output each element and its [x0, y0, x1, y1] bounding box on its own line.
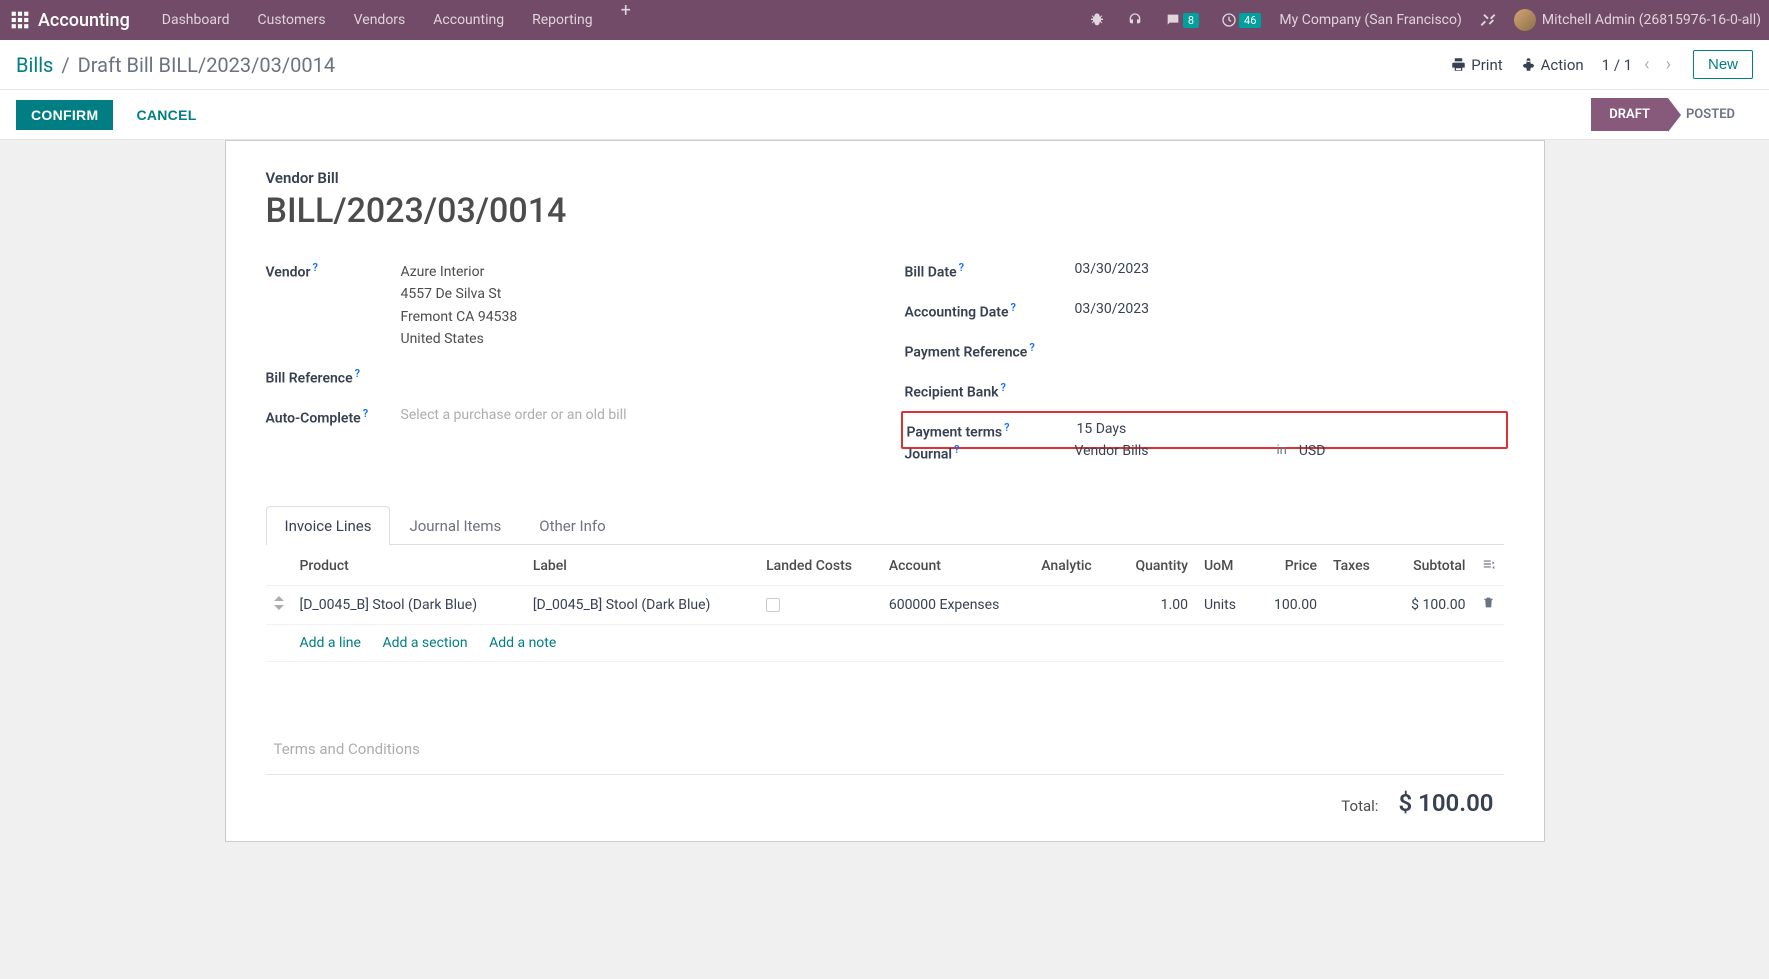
col-subtotal: Subtotal — [1389, 545, 1474, 586]
journal-in-label: in — [1277, 443, 1287, 458]
apps-icon[interactable] — [10, 10, 30, 30]
vendor-field[interactable]: Azure Interior 4557 De Silva St Fremont … — [401, 259, 865, 351]
help-icon[interactable]: ? — [954, 443, 959, 456]
breadcrumb-parent[interactable]: Bills — [16, 53, 53, 77]
status-draft[interactable]: DRAFT — [1591, 98, 1668, 131]
help-icon[interactable]: ? — [363, 407, 368, 420]
terms-field[interactable]: Terms and Conditions — [266, 722, 1504, 764]
messaging-icon[interactable]: 8 — [1161, 12, 1203, 28]
nav-dashboard[interactable]: Dashboard — [150, 0, 242, 40]
app-name[interactable]: Accounting — [38, 10, 130, 31]
bill-reference-label: Bill Reference — [266, 370, 353, 386]
total-label: Total: — [1341, 797, 1378, 815]
accounting-date-label: Accounting Date — [905, 305, 1009, 321]
activity-badge: 46 — [1239, 13, 1261, 28]
breadcrumb-sep: / — [61, 53, 69, 77]
cell-product[interactable]: [D_0045_B] Stool (Dark Blue) — [292, 585, 525, 624]
add-section-link[interactable]: Add a section — [382, 635, 467, 651]
confirm-button[interactable]: CONFIRM — [16, 100, 113, 130]
user-menu[interactable]: Mitchell Admin (26815976-16-0-all) — [1514, 9, 1761, 31]
cell-taxes[interactable] — [1325, 585, 1389, 624]
payment-terms-field[interactable]: 15 Days — [1077, 419, 1502, 437]
nav-accounting[interactable]: Accounting — [421, 0, 516, 40]
nav-new-menu[interactable]: + — [609, 0, 643, 40]
pager-count[interactable]: 1 / 1 — [1602, 56, 1633, 74]
doc-title: BILL/2023/03/0014 — [266, 191, 1504, 231]
messaging-badge: 8 — [1183, 13, 1199, 28]
col-landed-costs: Landed Costs — [758, 545, 881, 586]
cell-uom[interactable]: Units — [1196, 585, 1254, 624]
tools-icon[interactable] — [1476, 12, 1500, 28]
cell-landed-costs[interactable] — [758, 585, 881, 624]
breadcrumb-current: Draft Bill BILL/2023/03/0014 — [78, 53, 335, 77]
support-icon[interactable] — [1123, 12, 1147, 28]
col-account: Account — [881, 545, 1033, 586]
add-line-link[interactable]: Add a line — [300, 635, 361, 651]
total-value: $ 100.00 — [1398, 789, 1493, 817]
currency-field[interactable]: USD — [1299, 443, 1326, 459]
col-taxes: Taxes — [1325, 545, 1389, 586]
nav-reporting[interactable]: Reporting — [520, 0, 605, 40]
landed-cost-checkbox[interactable] — [766, 598, 780, 612]
company-selector[interactable]: My Company (San Francisco) — [1279, 12, 1461, 28]
vendor-label: Vendor — [266, 265, 311, 281]
cell-price[interactable]: 100.00 — [1254, 585, 1325, 624]
cell-quantity[interactable]: 1.00 — [1113, 585, 1196, 624]
avatar — [1514, 9, 1536, 31]
help-icon[interactable]: ? — [1004, 421, 1009, 434]
help-icon[interactable]: ? — [1001, 381, 1006, 394]
activity-icon[interactable]: 46 — [1217, 12, 1265, 28]
journal-label: Journal — [905, 446, 953, 462]
col-label: Label — [525, 545, 758, 586]
payment-reference-label: Payment Reference — [905, 345, 1028, 361]
payment-reference-field[interactable] — [1075, 339, 1504, 341]
drag-handle-icon[interactable] — [266, 585, 292, 624]
add-note-link[interactable]: Add a note — [489, 635, 556, 651]
col-product: Product — [292, 545, 525, 586]
help-icon[interactable]: ? — [1010, 301, 1015, 314]
nav-vendors[interactable]: Vendors — [342, 0, 418, 40]
help-icon[interactable]: ? — [959, 261, 964, 274]
bill-date-field[interactable]: 03/30/2023 — [1075, 259, 1504, 277]
autocomplete-field[interactable]: Select a purchase order or an old bill — [401, 405, 865, 423]
col-analytic: Analytic — [1033, 545, 1113, 586]
payment-terms-label: Payment terms — [907, 425, 1003, 441]
cell-analytic[interactable] — [1033, 585, 1113, 624]
col-price: Price — [1254, 545, 1325, 586]
print-button[interactable]: Print — [1451, 56, 1502, 74]
bug-icon[interactable] — [1085, 12, 1109, 28]
nav-customers[interactable]: Customers — [246, 0, 338, 40]
new-button[interactable]: New — [1693, 50, 1753, 79]
recipient-bank-field[interactable] — [1075, 379, 1504, 381]
cell-label[interactable]: [D_0045_B] Stool (Dark Blue) — [525, 585, 758, 624]
tab-invoice-lines[interactable]: Invoice Lines — [266, 506, 391, 545]
cancel-button[interactable]: CANCEL — [121, 100, 211, 130]
col-quantity: Quantity — [1113, 545, 1196, 586]
journal-field[interactable]: Vendor Bills — [1075, 443, 1265, 459]
table-row[interactable]: [D_0045_B] Stool (Dark Blue) [D_0045_B] … — [266, 585, 1504, 624]
delete-row-icon[interactable] — [1474, 585, 1504, 624]
accounting-date-field[interactable]: 03/30/2023 — [1075, 299, 1504, 317]
cell-subtotal: $ 100.00 — [1389, 585, 1474, 624]
recipient-bank-label: Recipient Bank — [905, 385, 999, 401]
cell-account[interactable]: 600000 Expenses — [881, 585, 1033, 624]
help-icon[interactable]: ? — [1029, 341, 1034, 354]
help-icon[interactable]: ? — [355, 367, 360, 380]
bill-reference-field[interactable] — [401, 365, 865, 367]
optional-columns-icon[interactable] — [1474, 545, 1504, 586]
col-uom: UoM — [1196, 545, 1254, 586]
action-menu[interactable]: Action — [1521, 56, 1584, 74]
pager-prev-icon[interactable]: ‹ — [1640, 54, 1653, 75]
bill-date-label: Bill Date — [905, 265, 957, 281]
tab-journal-items[interactable]: Journal Items — [390, 506, 520, 545]
doc-subtitle: Vendor Bill — [266, 169, 1504, 187]
status-posted[interactable]: POSTED — [1668, 98, 1753, 131]
pager-next-icon[interactable]: › — [1662, 54, 1675, 75]
user-name: Mitchell Admin (26815976-16-0-all) — [1542, 12, 1761, 28]
autocomplete-label: Auto-Complete — [266, 410, 361, 426]
help-icon[interactable]: ? — [313, 261, 318, 274]
tab-other-info[interactable]: Other Info — [520, 506, 624, 545]
